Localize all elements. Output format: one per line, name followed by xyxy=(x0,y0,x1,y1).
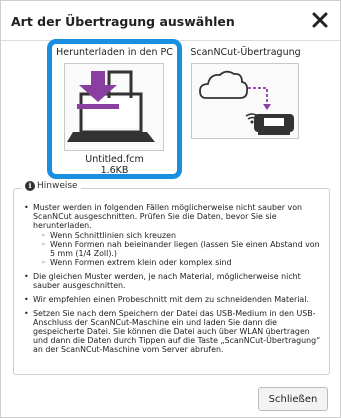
option-download-pc[interactable]: Herunterladen in den PC Untitled.fcm 1.6… xyxy=(47,39,182,179)
dialog-title: Art der Übertragung auswählen xyxy=(11,14,235,29)
transfer-dialog: Art der Übertragung auswählen Herunterla… xyxy=(0,0,341,418)
hint-list: Muster werden in folgenden Fällen möglic… xyxy=(22,203,325,359)
cloud-to-scanncut-icon xyxy=(191,63,299,139)
download-file-size: 1.6KB xyxy=(100,165,129,176)
option-scanncut-label: ScanNCut-Übertragung xyxy=(190,47,301,58)
hint-item: Setzen Sie nach dem Speichern der Datei … xyxy=(22,309,325,355)
info-icon: i xyxy=(25,181,35,191)
hint-sub-item: Wenn Schnittlinien sich kreuzen xyxy=(33,231,325,240)
hint-item: Wir empfehlen einen Probeschnitt mit dem… xyxy=(22,295,325,304)
hints-legend-label: Hinweise xyxy=(37,181,78,191)
hint-item: Die gleichen Muster werden, je nach Mate… xyxy=(22,272,325,290)
hints-legend: i Hinweise xyxy=(22,181,81,191)
hints-panel: i Hinweise Muster werden in folgenden Fä… xyxy=(13,181,330,375)
download-file-name: Untitled.fcm xyxy=(85,154,144,165)
close-button[interactable]: Schließen xyxy=(258,387,328,411)
hint-sub-item: Wenn Formen nah beieinander liegen (lass… xyxy=(33,240,325,258)
close-x-icon[interactable] xyxy=(309,9,331,31)
hint-sub-item: Wenn Formen extrem klein oder komplex si… xyxy=(33,258,325,267)
hint-sub-list: Wenn Schnittlinien sich kreuzen Wenn For… xyxy=(33,231,325,268)
hint-text: Muster werden in folgenden Fällen möglic… xyxy=(33,203,303,231)
dialog-titlebar: Art der Übertragung auswählen xyxy=(1,1,340,41)
download-to-pc-icon xyxy=(64,63,164,151)
hint-item: Muster werden in folgenden Fällen möglic… xyxy=(22,203,325,268)
option-scanncut-transfer[interactable]: ScanNCut-Übertragung xyxy=(188,39,323,139)
option-download-pc-label: Herunterladen in den PC xyxy=(56,47,173,58)
download-file-info: Untitled.fcm 1.6KB xyxy=(52,154,177,176)
